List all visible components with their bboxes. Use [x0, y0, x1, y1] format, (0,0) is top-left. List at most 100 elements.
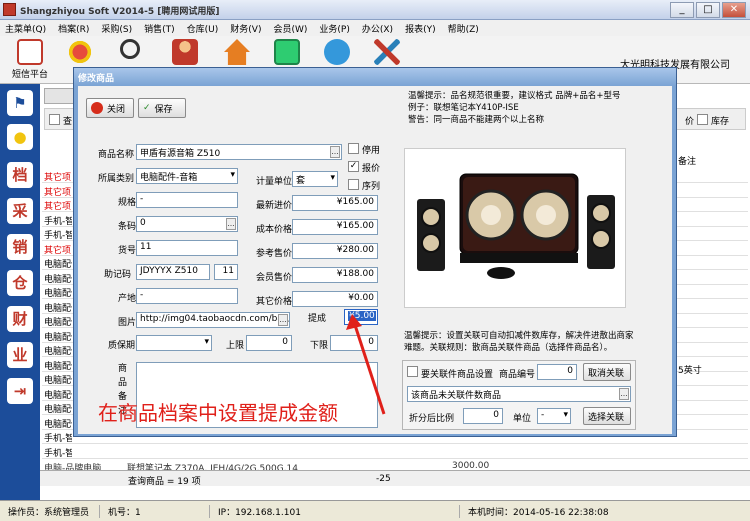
- maximize-button[interactable]: □: [696, 2, 720, 18]
- row-category: 其它项目: [44, 202, 72, 212]
- speaker-image: [417, 173, 615, 279]
- upper-limit-input[interactable]: 0: [246, 335, 292, 351]
- table-row[interactable]: 手机-智: [42, 446, 748, 459]
- serial-checkbox[interactable]: [348, 179, 359, 190]
- sidebar-business[interactable]: 业: [7, 342, 33, 368]
- flag-icon[interactable]: ⚑: [7, 90, 33, 116]
- cancel-link-button[interactable]: 取消关联: [583, 363, 631, 381]
- select-link-button[interactable]: 选择关联: [583, 407, 631, 425]
- status-bar: 操作员：系统管理员 机号：1 IP：192.168.1.101 本机时间：201…: [0, 500, 750, 521]
- row-category: 手机-智: [44, 434, 72, 444]
- more-icon[interactable]: …: [619, 388, 629, 400]
- link-code-input[interactable]: 0: [537, 364, 577, 380]
- mnemonic-number-input[interactable]: 11: [214, 264, 238, 280]
- stock-checkbox[interactable]: [697, 114, 708, 125]
- image-url-input[interactable]: http://img04.taobaocdn.com/bao/u...…: [136, 312, 290, 328]
- ratio-input[interactable]: 0: [463, 408, 503, 424]
- row-category: 电脑配件: [44, 303, 72, 314]
- menu-archive[interactable]: 档案(R): [58, 22, 89, 35]
- chart-icon: [67, 39, 93, 65]
- dialog-body: 关闭 ✓ 保存 温馨提示：品名规范很重要，建议格式 品牌+品名+型号 例子：联想…: [78, 86, 672, 434]
- user-toolbar-button[interactable]: [160, 39, 210, 67]
- origin-input[interactable]: -: [136, 288, 238, 304]
- menu-sales[interactable]: 销售(T): [144, 22, 175, 35]
- sidebar-sales[interactable]: 销: [7, 234, 33, 260]
- product-name-input[interactable]: 甲盾有源音箱 Z510…: [136, 144, 342, 160]
- menu-business[interactable]: 业务(P): [319, 22, 349, 35]
- row-category: 电脑配件: [44, 318, 72, 328]
- status-machine: 机号：1: [100, 504, 210, 518]
- menu-office[interactable]: 办公(X): [362, 22, 393, 35]
- report-checkbox[interactable]: ✓: [348, 161, 359, 172]
- item-code-input[interactable]: 11: [136, 240, 238, 256]
- link-settings-group: 要关联件商品设置 商品编号 0 取消关联 该商品未关联件数商品… 折分后比例 0…: [402, 360, 636, 430]
- sidebar-finance[interactable]: 财: [7, 306, 33, 332]
- status-operator: 操作员：系统管理员: [0, 504, 100, 518]
- row-category: 电脑配件: [44, 289, 72, 299]
- row-category: 手机-智: [44, 231, 72, 241]
- home-toolbar-button[interactable]: [212, 39, 262, 67]
- row-category: 手机-智: [44, 448, 72, 459]
- mail-icon: [17, 39, 43, 65]
- menu-purchase[interactable]: 采购(S): [101, 22, 132, 35]
- payment-toolbar-button[interactable]: [312, 39, 362, 67]
- sidebar-warehouse[interactable]: 仓: [7, 270, 33, 296]
- grid-cell-note: 5英寸: [678, 366, 702, 376]
- doc-toolbar-button[interactable]: [262, 39, 312, 67]
- row-category: 电脑配件: [44, 419, 72, 430]
- save-button[interactable]: ✓ 保存: [138, 98, 186, 118]
- tools-toolbar-button[interactable]: [362, 39, 412, 67]
- minimize-button[interactable]: _: [670, 2, 694, 18]
- more-icon[interactable]: …: [226, 218, 236, 230]
- more-icon[interactable]: …: [278, 314, 288, 326]
- exit-icon[interactable]: ⇥: [7, 378, 33, 404]
- lower-limit-input[interactable]: 0: [330, 335, 378, 351]
- close-button[interactable]: 关闭: [86, 98, 134, 118]
- member-price-input[interactable]: ¥188.00: [292, 267, 378, 283]
- status-time: 本机时间：2014-05-16 22:38:08: [468, 507, 609, 518]
- mnemonic-input[interactable]: JDYYYX Z510: [136, 264, 210, 280]
- row-category: 其它项目: [44, 173, 72, 183]
- grid-header-notes: 备注: [678, 157, 697, 167]
- menu-main[interactable]: 主菜单(Q): [5, 22, 46, 35]
- title-bar: Shangzhiyou Soft V2014-5 [聘用网试用版] _ □ ✕: [0, 0, 750, 20]
- unit-select[interactable]: 套: [292, 171, 338, 187]
- more-icon[interactable]: …: [330, 146, 340, 158]
- barcode-input[interactable]: 0…: [136, 216, 238, 232]
- tools-icon: [374, 39, 400, 65]
- spec-input[interactable]: -: [136, 192, 238, 208]
- menu-warehouse[interactable]: 仓库(U): [187, 22, 219, 35]
- row-category: 电脑配件: [44, 405, 72, 415]
- sidebar-purchase[interactable]: 采: [7, 198, 33, 224]
- reference-price-input[interactable]: ¥280.00: [292, 243, 378, 259]
- link-checkbox[interactable]: [407, 366, 418, 377]
- sidebar-archive[interactable]: 档: [7, 162, 33, 188]
- search-toolbar-button[interactable]: [105, 39, 155, 61]
- row-category: 电脑配件: [44, 332, 72, 343]
- disable-checkbox[interactable]: [348, 143, 359, 154]
- menu-help[interactable]: 帮助(Z): [448, 22, 479, 35]
- other-price-input[interactable]: ¥0.00: [292, 291, 378, 307]
- link-unit-select[interactable]: -: [537, 408, 571, 424]
- cost-price-input[interactable]: ¥165.00: [292, 219, 378, 235]
- user-icon: [172, 39, 198, 65]
- filter-checkbox[interactable]: [49, 114, 60, 125]
- last-purchase-price-input[interactable]: ¥165.00: [292, 195, 378, 211]
- menu-report[interactable]: 报表(Y): [405, 22, 436, 35]
- commission-input[interactable]: ¥5.00: [344, 309, 378, 325]
- menu-member[interactable]: 会员(W): [273, 22, 307, 35]
- bulb-icon[interactable]: ●: [7, 124, 33, 150]
- row-category: 电脑配件: [44, 260, 72, 270]
- link-hint: 温馨提示：设置关联可自动扣减件数库存，解决件进散出商家难题。关联规则：散商品关联…: [404, 331, 634, 353]
- row-category: 手机-智: [44, 216, 72, 227]
- menu-finance[interactable]: 财务(V): [230, 22, 261, 35]
- close-window-button[interactable]: ✕: [722, 2, 746, 18]
- sms-button[interactable]: 短信平台: [5, 39, 55, 80]
- check-icon: ✓: [143, 103, 151, 113]
- warranty-select[interactable]: [136, 335, 212, 351]
- row-category: 电脑配件: [44, 361, 72, 372]
- magnifier-icon: [120, 39, 140, 59]
- linked-product-input[interactable]: 该商品未关联件数商品…: [407, 386, 631, 402]
- category-select[interactable]: 电脑配件-音箱: [136, 168, 238, 184]
- row-category: 电脑配件: [44, 390, 72, 401]
